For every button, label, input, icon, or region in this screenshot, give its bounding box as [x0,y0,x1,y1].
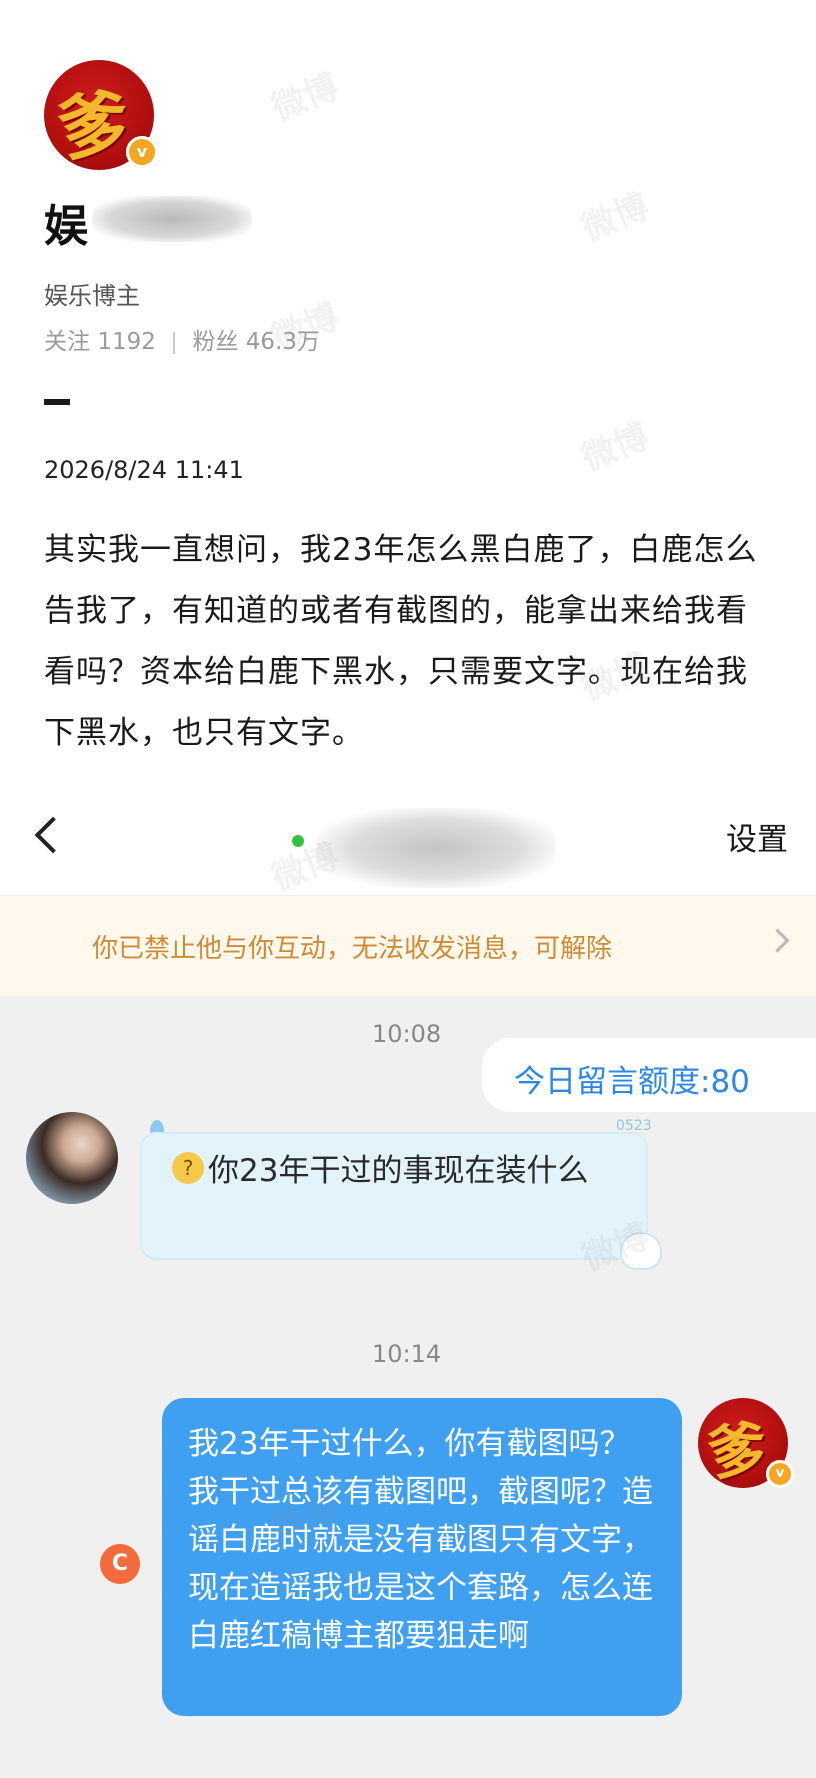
name-blur-mask [92,196,252,242]
profile-stats: 关注 1192 粉丝 46.3万 [44,322,320,356]
stats-divider [173,331,176,354]
settings-button[interactable]: 设置 [726,814,788,859]
profile-avatar[interactable]: 爹 v [44,60,158,170]
outgoing-message-text: 我23年干过什么，你有截图吗？我干过总该有截图吧，截图呢？造谣白鹿时就是没有截图… [188,1426,653,1654]
profile-name: 娱 [44,201,88,252]
online-status-icon [292,835,304,847]
quota-pill: 今日留言额度:80 [482,1038,816,1112]
back-arrow-icon[interactable] [26,810,76,860]
my-verified-icon: v [766,1460,794,1488]
contact-avatar[interactable] [26,1112,118,1204]
profile-tag: 娱乐博主 [44,282,140,310]
post-timestamp: 2026/8/24 11:41 [44,456,244,484]
chevron-right-icon [765,928,790,953]
chat-area[interactable]: 10:08 今日留言额度:80 ? 你23年干过的事现在装什么 0523 10:… [0,996,816,1778]
ghost-sticker-icon [620,1232,662,1270]
avatar-glyph: 爹 [53,79,135,170]
following-label[interactable]: 关注 [44,329,90,355]
bubble-sticker-tag: 0523 [616,1118,652,1134]
incoming-message-bubble[interactable]: ? 你23年干过的事现在装什么 [140,1132,648,1260]
post-body: 其实我一直想问，我23年怎么黑白鹿了，白鹿怎么告我了，有知道的或者有截图的，能拿… [44,532,758,751]
my-avatar[interactable]: 爹 v [698,1398,794,1488]
blocked-banner[interactable]: 你已禁止他与你互动，无法收发消息，可解除 [0,895,816,996]
post-section: 爹 v 娱 娱乐博主 关注 1192 粉丝 46.3万 2026/8/24 11… [0,0,816,790]
following-count[interactable]: 1192 [97,329,156,355]
resend-icon[interactable]: C [100,1544,140,1584]
timestamp-1: 10:08 [372,1020,442,1048]
outgoing-message-bubble[interactable]: 我23年干过什么，你有截图吗？我干过总该有截图吧，截图呢？造谣白鹿时就是没有截图… [162,1398,682,1716]
chat-header: 设置 [0,790,816,890]
contact-name-blur-mask [316,808,556,888]
fans-label[interactable]: 粉丝 [192,329,238,355]
blocked-banner-text: 你已禁止他与你互动，无法收发消息，可解除 [92,934,613,964]
post-dash [44,399,70,405]
quota-text: 今日留言额度:80 [514,1064,750,1100]
incoming-message-text: 你23年干过的事现在装什么 [208,1153,589,1189]
profile-name-row[interactable]: 娱 [44,190,344,252]
verified-icon: v [126,136,158,168]
fans-count[interactable]: 46.3万 [246,329,320,355]
timestamp-2: 10:14 [372,1340,442,1368]
my-avatar-glyph: 爹 [704,1413,772,1488]
